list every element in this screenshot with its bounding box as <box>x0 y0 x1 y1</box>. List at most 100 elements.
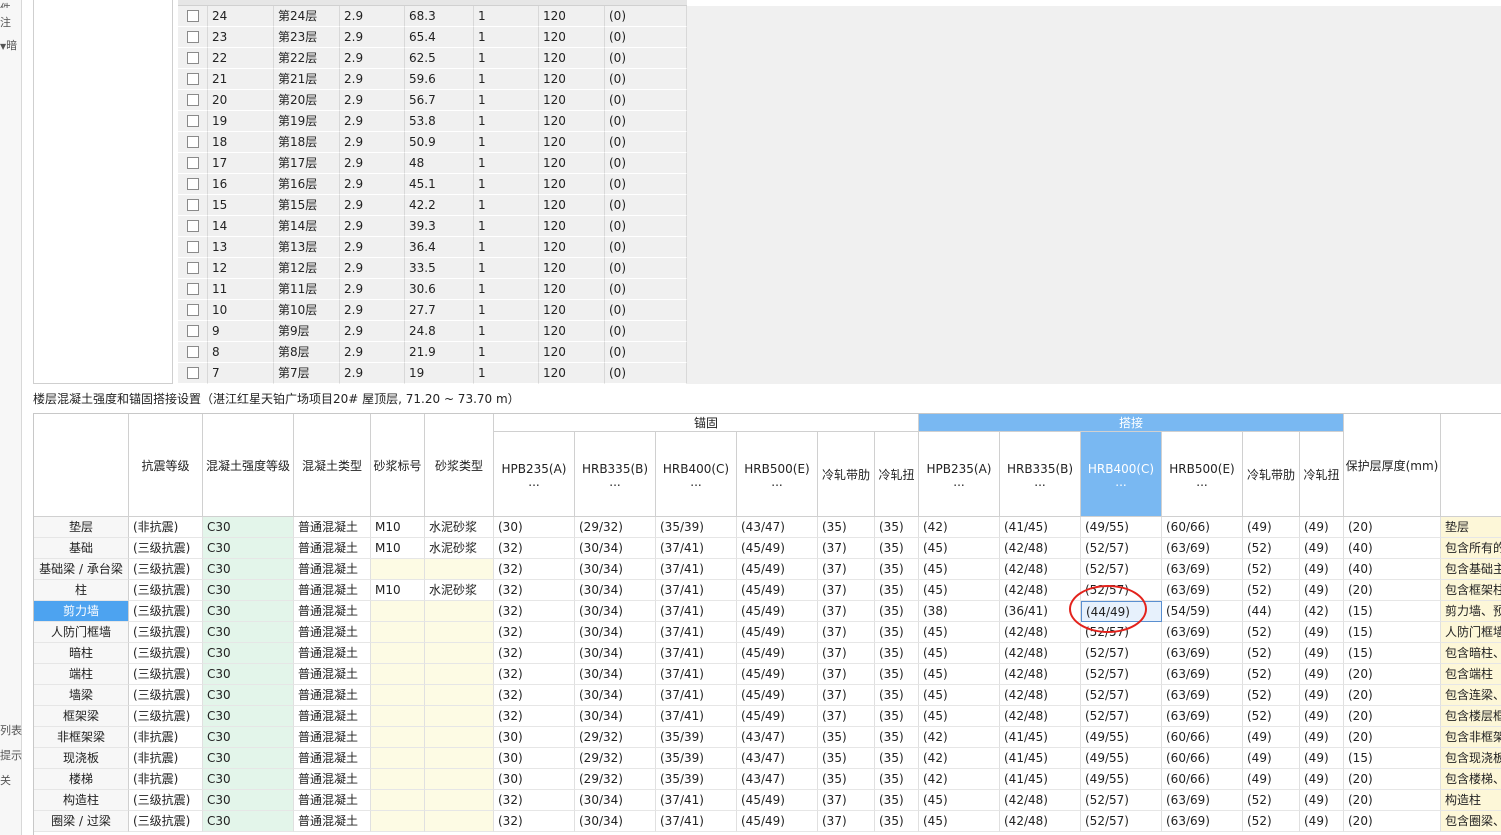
floor-number-cell[interactable]: 17 <box>208 153 274 174</box>
row-checkbox[interactable] <box>187 136 199 148</box>
concrete-grade-cell[interactable]: C30 <box>203 811 294 832</box>
floor-list-grid[interactable]: 24 第24层 2.9 68.3 1 120 (0) 23 第23层 2.9 65.4 1 120 (0)… <box>178 0 1501 385</box>
seismic-cell[interactable]: (三级抗震) <box>129 685 203 706</box>
floor-row[interactable]: 17 第17层 2.9 48 1 120 (0) <box>178 153 1501 175</box>
anchor-value-cell[interactable]: (37/41) <box>656 580 737 601</box>
lap-value-cell[interactable]: (45) <box>919 622 1000 643</box>
floor-elevation-cell[interactable]: 59.6 <box>405 69 474 90</box>
floor-count-cell[interactable]: 1 <box>474 216 539 237</box>
floor-number-cell[interactable]: 13 <box>208 237 274 258</box>
floor-count-cell[interactable]: 1 <box>474 111 539 132</box>
row-checkbox[interactable] <box>187 115 199 127</box>
lap-value-cell[interactable]: (45) <box>919 580 1000 601</box>
lap-value-cell[interactable]: (45) <box>919 643 1000 664</box>
anchor-value-cell[interactable]: (35) <box>875 559 919 580</box>
floor-height-cell[interactable]: 2.9 <box>340 174 405 195</box>
slab-thickness-cell[interactable]: 120 <box>539 6 605 27</box>
lap-value-cell[interactable]: (42/48) <box>1000 538 1081 559</box>
floor-elevation-cell[interactable]: 50.9 <box>405 132 474 153</box>
anchor-value-cell[interactable]: (30/34) <box>575 706 656 727</box>
concrete-grade-cell[interactable]: C30 <box>203 727 294 748</box>
anchor-value-cell[interactable]: (43/47) <box>737 517 818 538</box>
description-cell[interactable]: 包含端柱 <box>1441 664 1501 685</box>
anchor-value-cell[interactable]: (45/49) <box>737 538 818 559</box>
row-checkbox[interactable] <box>187 283 199 295</box>
mortar-grade-cell[interactable] <box>371 811 425 832</box>
floor-height-cell[interactable]: 2.9 <box>340 48 405 69</box>
mortar-grade-cell[interactable]: M10 <box>371 580 425 601</box>
concrete-type-cell[interactable]: 普通混凝土 <box>294 559 371 580</box>
mortar-grade-cell[interactable] <box>371 790 425 811</box>
description-cell[interactable]: 包含暗柱、 <box>1441 643 1501 664</box>
slab-thickness-cell[interactable]: 120 <box>539 90 605 111</box>
header-lap-hpb235[interactable]: HPB235(A)... <box>919 432 1000 517</box>
lap-value-cell[interactable]: (52) <box>1243 643 1300 664</box>
lap-value-cell[interactable]: (42/48) <box>1000 685 1081 706</box>
row-header[interactable]: 端柱 <box>34 664 129 685</box>
floor-area-cell[interactable]: (0) <box>605 237 687 258</box>
anchor-value-cell[interactable]: (37) <box>818 580 875 601</box>
mortar-type-cell[interactable] <box>425 601 494 622</box>
anchor-value-cell[interactable]: (35) <box>875 685 919 706</box>
floor-height-cell[interactable]: 2.9 <box>340 132 405 153</box>
anchor-value-cell[interactable]: (45/49) <box>737 559 818 580</box>
floor-count-cell[interactable]: 1 <box>474 6 539 27</box>
anchor-value-cell[interactable]: (37) <box>818 790 875 811</box>
ellipsis-button[interactable]: ... <box>690 476 701 488</box>
lap-value-cell[interactable]: (60/66) <box>1162 748 1243 769</box>
anchor-value-cell[interactable]: (35) <box>875 748 919 769</box>
mortar-type-cell[interactable] <box>425 790 494 811</box>
floor-row[interactable]: 22 第22层 2.9 62.5 1 120 (0) <box>178 48 1501 70</box>
mortar-type-cell[interactable]: 水泥砂浆 <box>425 517 494 538</box>
lap-value-cell[interactable]: (52) <box>1243 811 1300 832</box>
floor-name-cell[interactable]: 第7层 <box>274 363 340 384</box>
anchor-value-cell[interactable]: (37) <box>818 811 875 832</box>
seismic-cell[interactable]: (非抗震) <box>129 748 203 769</box>
floor-count-cell[interactable]: 1 <box>474 174 539 195</box>
concrete-type-cell[interactable]: 普通混凝土 <box>294 748 371 769</box>
lap-value-cell[interactable]: (60/66) <box>1162 769 1243 790</box>
row-header[interactable]: 非框架梁 <box>34 727 129 748</box>
floor-area-cell[interactable]: (0) <box>605 153 687 174</box>
row-header[interactable]: 圈梁 / 过梁 <box>34 811 129 832</box>
slab-thickness-cell[interactable]: 120 <box>539 195 605 216</box>
row-header[interactable]: 框架梁 <box>34 706 129 727</box>
anchor-value-cell[interactable]: (35) <box>875 580 919 601</box>
row-checkbox[interactable] <box>187 94 199 106</box>
cover-thickness-cell[interactable]: (20) <box>1344 811 1441 832</box>
mortar-grade-cell[interactable] <box>371 643 425 664</box>
anchor-value-cell[interactable]: (37/41) <box>656 685 737 706</box>
anchor-value-cell[interactable]: (45/49) <box>737 790 818 811</box>
floor-number-cell[interactable]: 23 <box>208 27 274 48</box>
floor-count-cell[interactable]: 1 <box>474 363 539 384</box>
concrete-grade-cell[interactable]: C30 <box>203 622 294 643</box>
lap-value-cell[interactable]: (52/57) <box>1081 790 1162 811</box>
floor-area-cell[interactable]: (0) <box>605 195 687 216</box>
floor-area-cell[interactable]: (0) <box>605 27 687 48</box>
mortar-grade-cell[interactable] <box>371 622 425 643</box>
floor-name-cell[interactable]: 第15层 <box>274 195 340 216</box>
tip-tab-fragment[interactable]: 提示 <box>0 747 22 763</box>
anchor-value-cell[interactable]: (35) <box>818 769 875 790</box>
slab-thickness-cell[interactable]: 120 <box>539 300 605 321</box>
anchor-value-cell[interactable]: (35) <box>875 538 919 559</box>
slab-thickness-cell[interactable]: 120 <box>539 237 605 258</box>
floor-number-cell[interactable]: 9 <box>208 321 274 342</box>
floor-name-cell[interactable]: 第17层 <box>274 153 340 174</box>
lap-value-cell[interactable]: (42/48) <box>1000 622 1081 643</box>
lap-value-cell[interactable]: (41/45) <box>1000 517 1081 538</box>
row-checkbox[interactable] <box>187 52 199 64</box>
seismic-cell[interactable]: (三级抗震) <box>129 580 203 601</box>
description-cell[interactable]: 包含非框架 <box>1441 727 1501 748</box>
anchor-value-cell[interactable]: (45/49) <box>737 601 818 622</box>
description-cell[interactable]: 包含框架柱 <box>1441 580 1501 601</box>
slab-thickness-cell[interactable]: 120 <box>539 363 605 384</box>
floor-height-cell[interactable]: 2.9 <box>340 111 405 132</box>
anchor-value-cell[interactable]: (37) <box>818 664 875 685</box>
floor-area-cell[interactable]: (0) <box>605 111 687 132</box>
anchor-value-cell[interactable]: (45/49) <box>737 622 818 643</box>
anchor-value-cell[interactable]: (35) <box>875 769 919 790</box>
mortar-type-cell[interactable] <box>425 706 494 727</box>
floor-count-cell[interactable]: 1 <box>474 258 539 279</box>
mortar-type-cell[interactable] <box>425 727 494 748</box>
